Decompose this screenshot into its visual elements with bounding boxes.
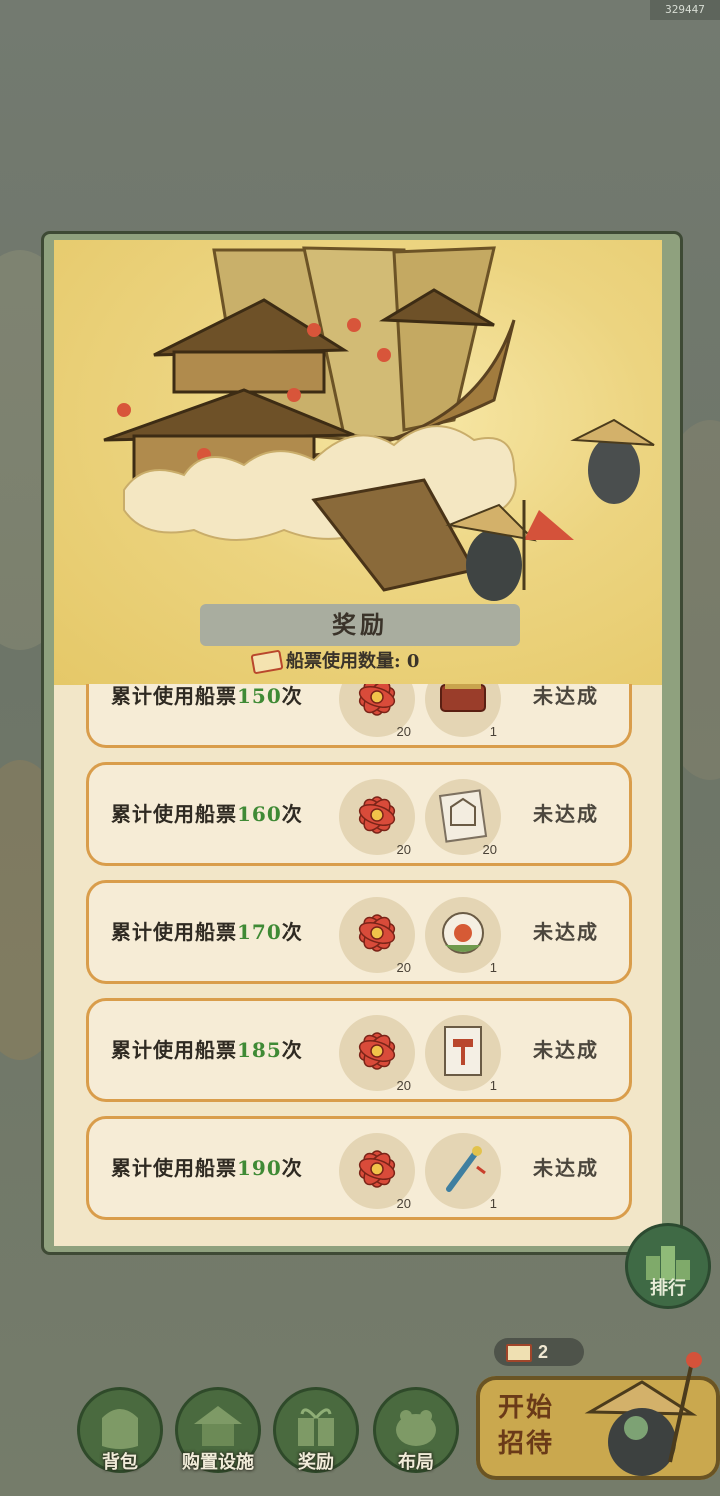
build-id: 329447: [650, 0, 720, 20]
row-label: 累计使用船票170次: [111, 920, 303, 944]
ticket-usage-text: 船票使用数量: 0: [286, 651, 420, 672]
reward-row: 累计使用船票150次 20 1 未达成: [86, 684, 632, 748]
row-label: 累计使用船票185次: [111, 1038, 303, 1062]
reward-flower[interactable]: 20: [339, 897, 415, 975]
ranking-label: 排行: [650, 1278, 686, 1299]
status-label: 未达成: [533, 1038, 599, 1062]
reward-flower[interactable]: 20: [339, 1133, 415, 1211]
character-icon: [584, 1352, 702, 1476]
panel-title: 奖励: [200, 604, 520, 646]
ticket-usage-line: 船票使用数量: 0: [250, 649, 492, 675]
reward-list[interactable]: 累计使用船票150次 20 1 未达成 累计使用船票160次 20 20 未达成…: [54, 684, 664, 1244]
facilities-button[interactable]: 购置设施: [178, 1390, 258, 1473]
status-label: 未达成: [533, 684, 599, 708]
ticket-icon: [250, 649, 284, 675]
ranking-button[interactable]: 排行: [628, 1226, 708, 1306]
start-button-label: 开始招待: [498, 1393, 555, 1459]
layout-button[interactable]: 布局: [376, 1390, 456, 1473]
row-label: 累计使用船票160次: [111, 802, 303, 826]
reward-row: 累计使用船票185次 20 1 未达成: [86, 998, 632, 1102]
reward-item[interactable]: 1: [425, 1015, 501, 1093]
reward-row: 累计使用船票160次 20 20 未达成: [86, 762, 632, 866]
reward-item[interactable]: 1: [425, 897, 501, 975]
reward-flower[interactable]: 20: [339, 684, 415, 739]
start-serving-button[interactable]: 开始招待: [476, 1352, 720, 1480]
ticket-icon: [506, 1344, 532, 1363]
reward-flower[interactable]: 20: [339, 779, 415, 857]
ticket-counter: 2: [494, 1338, 584, 1366]
status-label: 未达成: [533, 802, 599, 826]
reward-flower[interactable]: 20: [339, 1015, 415, 1093]
rewards-button[interactable]: 奖励: [276, 1390, 356, 1473]
reward-row: 累计使用船票190次 20 1 未达成: [86, 1116, 632, 1220]
layout-label: 布局: [398, 1452, 434, 1473]
reward-row: 累计使用船票170次 20 1 未达成: [86, 880, 632, 984]
reward-item[interactable]: 1: [425, 1133, 501, 1211]
row-label: 累计使用船票190次: [111, 1156, 303, 1180]
bag-button[interactable]: 背包: [80, 1390, 160, 1473]
status-label: 未达成: [533, 920, 599, 944]
status-label: 未达成: [533, 1156, 599, 1180]
row-label: 累计使用船票150次: [111, 684, 303, 708]
reward-item[interactable]: 1: [425, 684, 501, 739]
reward-item[interactable]: 20: [425, 779, 501, 857]
